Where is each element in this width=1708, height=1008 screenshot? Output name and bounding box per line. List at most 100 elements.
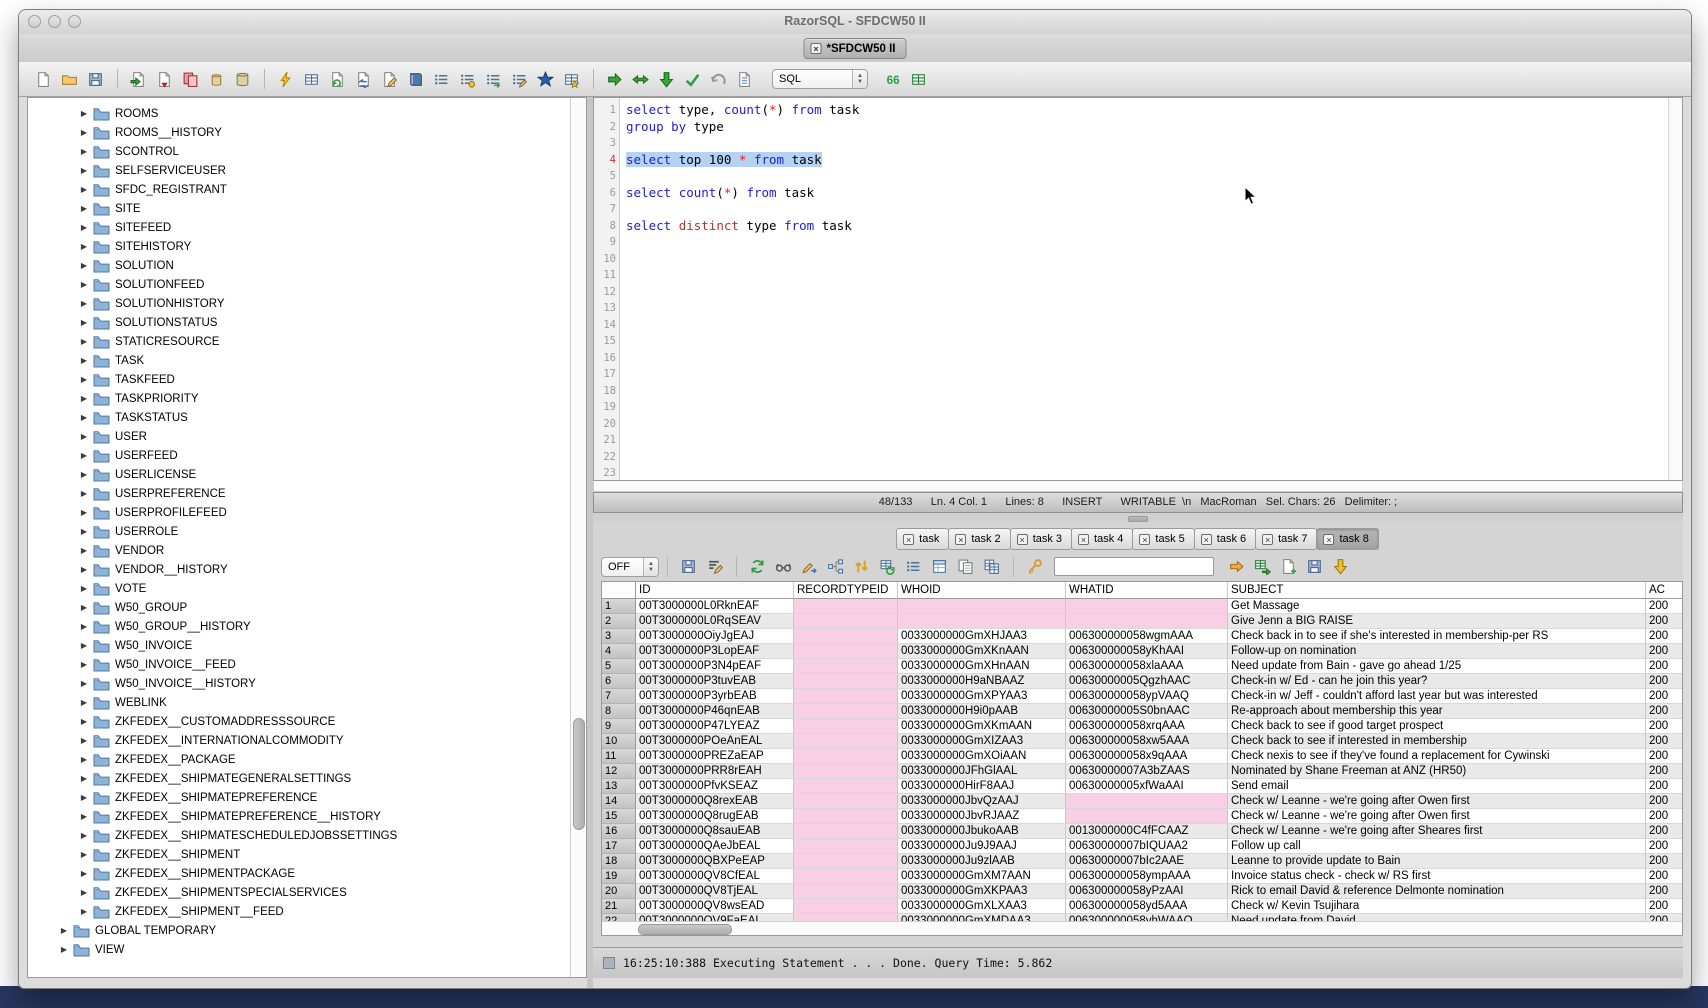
reload-grid-button[interactable]	[875, 555, 899, 579]
list-edit-button[interactable]	[507, 67, 531, 91]
cell-recordtypeid[interactable]	[794, 779, 898, 794]
expand-triangle-icon[interactable]: ▶	[78, 546, 90, 555]
cell-ac[interactable]: 200	[1646, 674, 1683, 689]
cell-whoid[interactable]: 0033000000GmXHnAAN	[898, 659, 1066, 674]
code-line[interactable]	[626, 317, 1668, 334]
expand-triangle-icon[interactable]: ▶	[78, 641, 90, 650]
cell-whatid[interactable]: 006300000058wgmAAA	[1066, 629, 1228, 644]
cell-whatid[interactable]	[1066, 599, 1228, 614]
expand-triangle-icon[interactable]: ▶	[78, 432, 90, 441]
rollback-undo-button[interactable]	[706, 67, 730, 91]
auto-quote-button[interactable]: 66	[880, 67, 904, 91]
tree-item-w50-group[interactable]: ▶W50_GROUP	[28, 598, 586, 617]
cell-id[interactable]: 00T3000000QBXPeEAP	[636, 854, 794, 869]
results-tab-task-4[interactable]: ×task 4	[1071, 528, 1133, 550]
tab-close-icon[interactable]: ×	[1201, 534, 1212, 545]
sidebar-scrollbar-thumb[interactable]	[573, 718, 585, 830]
cell-recordtypeid[interactable]	[794, 794, 898, 809]
insert-row-button[interactable]	[823, 555, 847, 579]
code-line[interactable]	[626, 234, 1668, 251]
cell-whatid[interactable]	[1066, 809, 1228, 824]
cell-id[interactable]: 00T3000000P46qnEAB	[636, 704, 794, 719]
cell-subject[interactable]: Re-approach about membership this year	[1228, 704, 1646, 719]
execute-lightning-button[interactable]	[273, 67, 297, 91]
cell-subject[interactable]: Check back in to see if she's interested…	[1228, 629, 1646, 644]
cell-ac[interactable]: 200	[1646, 644, 1683, 659]
splitter[interactable]	[593, 513, 1683, 522]
grid-hscrollbar-thumb[interactable]	[638, 924, 732, 935]
code-line[interactable]: select top 100 * from task	[626, 152, 1668, 169]
save-grid-button[interactable]	[1302, 555, 1326, 579]
row-number[interactable]: 18	[602, 854, 636, 869]
tree-item-w50-invoice-history[interactable]: ▶W50_INVOICE__HISTORY	[28, 674, 586, 693]
cell-ac[interactable]: 200	[1646, 734, 1683, 749]
column-header-subject[interactable]: SUBJECT	[1228, 582, 1646, 599]
cell-subject[interactable]: Get Massage	[1228, 599, 1646, 614]
expand-triangle-icon[interactable]: ▶	[78, 736, 90, 745]
cell-whatid[interactable]: 006300000058xrqAAA	[1066, 719, 1228, 734]
tree-item-userfeed[interactable]: ▶USERFEED	[28, 446, 586, 465]
tree-item-zkfedex-customaddresssource[interactable]: ▶ZKFEDEX__CUSTOMADDRESSSOURCE	[28, 712, 586, 731]
expand-triangle-icon[interactable]: ▶	[78, 850, 90, 859]
expand-triangle-icon[interactable]: ▶	[58, 945, 70, 954]
cell-ac[interactable]: 200	[1646, 719, 1683, 734]
cell-recordtypeid[interactable]	[794, 884, 898, 899]
cell-whoid[interactable]: 0033000000GmXLXAA3	[898, 899, 1066, 914]
expand-triangle-icon[interactable]: ▶	[78, 584, 90, 593]
cell-ac[interactable]: 200	[1646, 689, 1683, 704]
cell-ac[interactable]: 200	[1646, 659, 1683, 674]
code-line[interactable]: select distinct type from task	[626, 218, 1668, 235]
tree-item-zkfedex-shipmatescheduledjobssettings[interactable]: ▶ZKFEDEX__SHIPMATESCHEDULEDJOBSSETTINGS	[28, 826, 586, 845]
row-number[interactable]: 15	[602, 809, 636, 824]
list-objects-button[interactable]	[429, 67, 453, 91]
cell-id[interactable]: 00T3000000P3N4pEAF	[636, 659, 794, 674]
tree-item-zkfedex-shipmentpackage[interactable]: ▶ZKFEDEX__SHIPMENTPACKAGE	[28, 864, 586, 883]
cell-subject[interactable]: Rick to email David & reference Delmonte…	[1228, 884, 1646, 899]
add-note-button[interactable]	[1276, 555, 1300, 579]
expand-triangle-icon[interactable]: ▶	[78, 280, 90, 289]
expand-triangle-icon[interactable]: ▶	[58, 926, 70, 935]
row-number[interactable]: 19	[602, 869, 636, 884]
row-number[interactable]: 17	[602, 839, 636, 854]
cell-id[interactable]: 00T3000000L0RknEAF	[636, 599, 794, 614]
expand-triangle-icon[interactable]: ▶	[78, 812, 90, 821]
cell-whoid[interactable]: 0033000000JbvRJAAZ	[898, 809, 1066, 824]
tree-item-zkfedex-shipmatepreference[interactable]: ▶ZKFEDEX__SHIPMATEPREFERENCE	[28, 788, 586, 807]
tree-item-zkfedex-shipmentspecialservices[interactable]: ▶ZKFEDEX__SHIPMENTSPECIALSERVICES	[28, 883, 586, 902]
cell-recordtypeid[interactable]	[794, 629, 898, 644]
expand-triangle-icon[interactable]: ▶	[78, 128, 90, 137]
cell-ac[interactable]: 200	[1646, 779, 1683, 794]
row-number[interactable]: 7	[602, 689, 636, 704]
row-number[interactable]: 14	[602, 794, 636, 809]
cell-recordtypeid[interactable]	[794, 899, 898, 914]
cell-whoid[interactable]: 0033000000JFhGlAAL	[898, 764, 1066, 779]
expand-triangle-icon[interactable]: ▶	[78, 660, 90, 669]
tree-item-zkfedex-internationalcommodity[interactable]: ▶ZKFEDEX__INTERNATIONALCOMMODITY	[28, 731, 586, 750]
code-line[interactable]	[626, 267, 1668, 284]
view-list-button[interactable]	[901, 555, 925, 579]
expand-triangle-icon[interactable]: ▶	[78, 166, 90, 175]
code-line[interactable]	[626, 383, 1668, 400]
sql-editor[interactable]: 1234567891011121314151617181920212223 se…	[593, 97, 1683, 481]
view-row-button[interactable]	[771, 555, 795, 579]
expand-triangle-icon[interactable]: ▶	[78, 527, 90, 536]
cell-id[interactable]: 00T3000000QV8wsEAD	[636, 899, 794, 914]
save-file-button[interactable]	[83, 67, 107, 91]
cell-recordtypeid[interactable]	[794, 689, 898, 704]
tree-item-solutionfeed[interactable]: ▶SOLUTIONFEED	[28, 275, 586, 294]
cell-subject[interactable]: Leanne to provide update to Bain	[1228, 854, 1646, 869]
cell-whatid[interactable]: 006300000058ypVAAQ	[1066, 689, 1228, 704]
cell-whatid[interactable]: 00630000005xfWaAAI	[1066, 779, 1228, 794]
expand-triangle-icon[interactable]: ▶	[78, 356, 90, 365]
expand-triangle-icon[interactable]: ▶	[78, 299, 90, 308]
cell-subject[interactable]: Need update from Bain - gave go ahead 1/…	[1228, 659, 1646, 674]
column-header-recordtypeid[interactable]: RECORDTYPEID	[794, 582, 898, 599]
tab-close-icon[interactable]: ×	[903, 534, 914, 545]
results-tab-task[interactable]: ×task	[896, 528, 949, 550]
tree-item-taskpriority[interactable]: ▶TASKPRIORITY	[28, 389, 586, 408]
describe-table-button[interactable]	[299, 67, 323, 91]
cell-id[interactable]: 00T3000000OiyJgEAJ	[636, 629, 794, 644]
code-line[interactable]	[626, 168, 1668, 185]
cell-subject[interactable]: Check-in w/ Ed - can he join this year?	[1228, 674, 1646, 689]
view-form-button[interactable]	[927, 555, 951, 579]
